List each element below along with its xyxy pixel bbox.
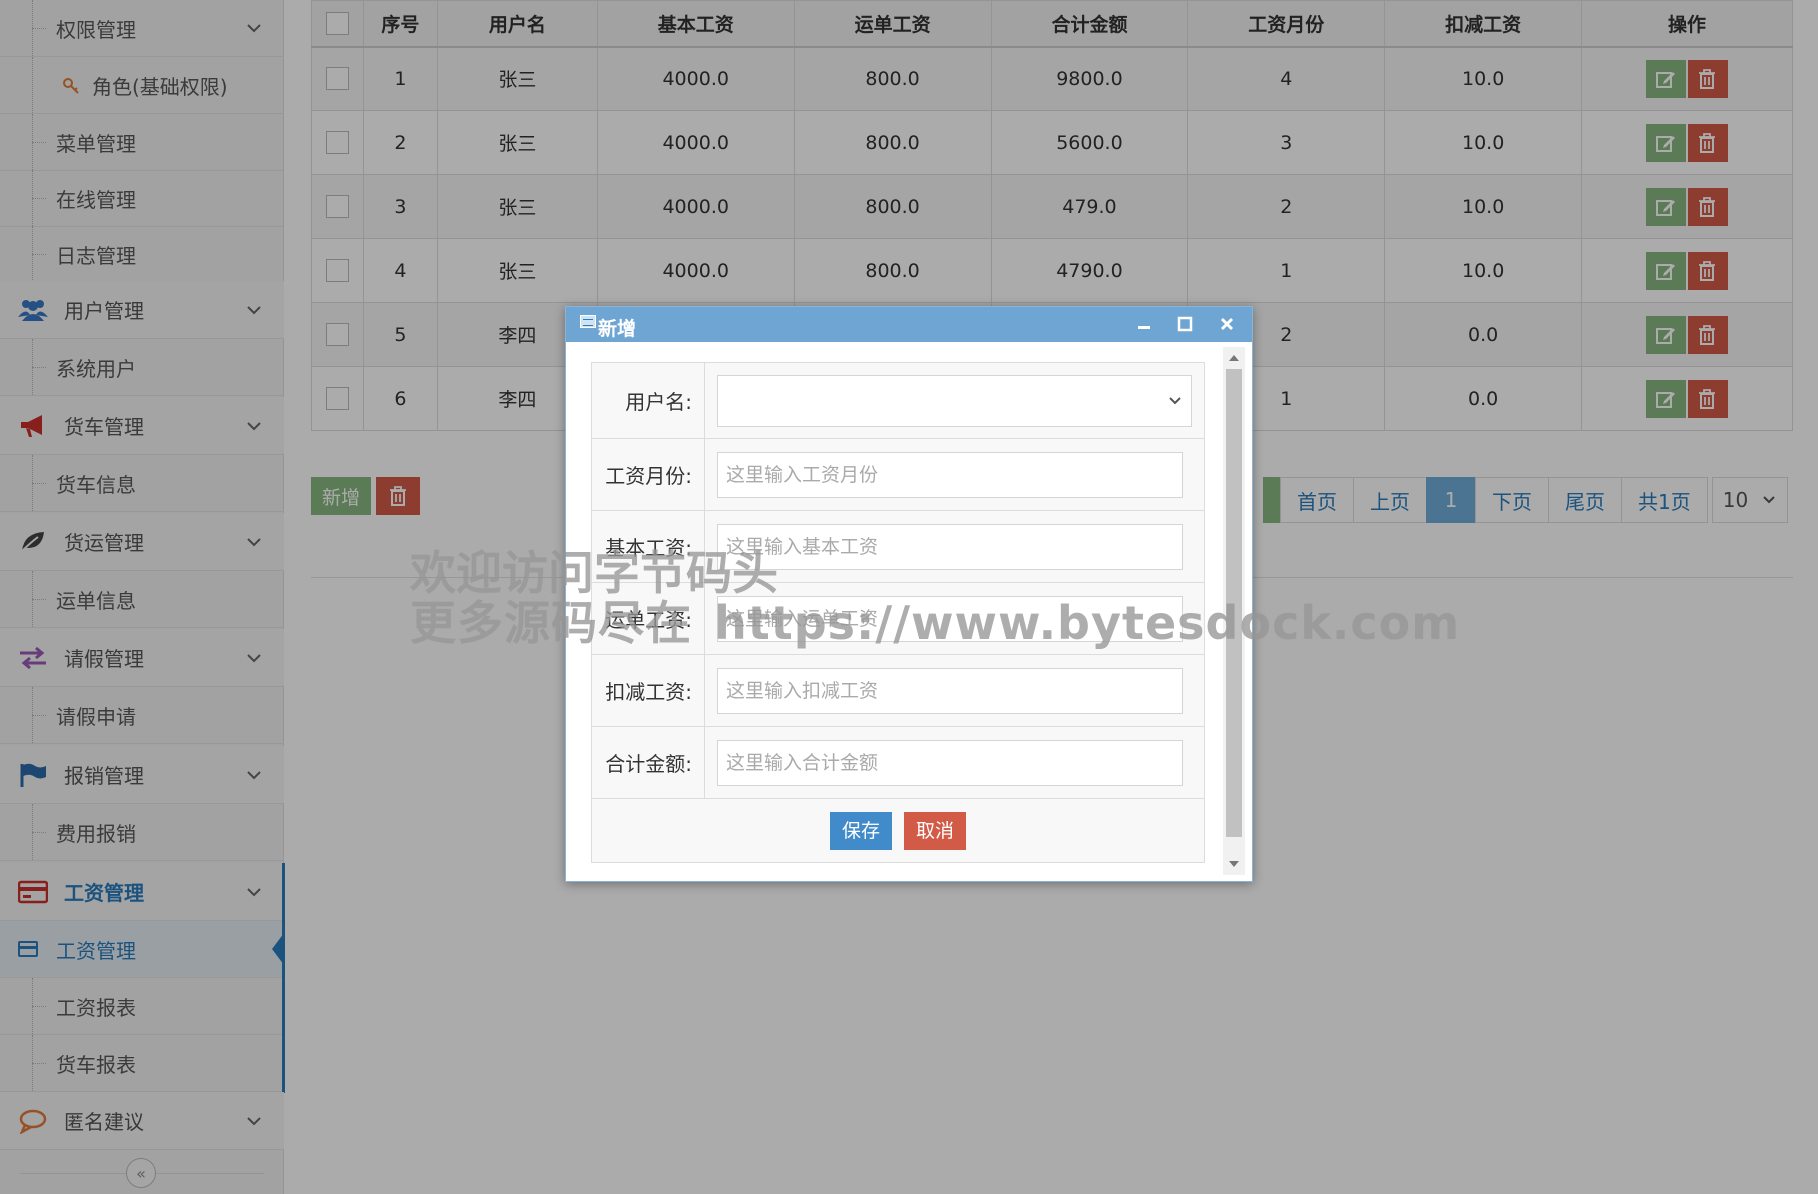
user-cell [704,362,1205,439]
minimize-icon[interactable] [1132,312,1156,336]
scrollbar-thumb[interactable] [1226,369,1242,837]
scroll-down-arrow-icon[interactable] [1229,861,1239,867]
waybill-salary-input[interactable] [717,595,1183,642]
chevron-down-icon [1169,396,1181,404]
deduct-label: 扣减工资: [591,654,705,727]
dialog-scrollbar[interactable] [1223,347,1245,875]
base-salary-input[interactable] [717,523,1183,570]
form-row-user: 用户名: [591,362,1205,439]
form-row-actions: 保存 取消 [591,798,1205,863]
form-row-waybill: 运单工资: [591,582,1205,655]
window-icon [580,315,596,328]
waybill-label: 运单工资: [591,582,705,655]
close-icon[interactable] [1215,312,1239,336]
maximize-icon[interactable] [1173,312,1197,336]
salary-form: 用户名: 工资月份: 基本工资: 运单工资: [591,362,1205,863]
form-row-total: 合计金额: [591,726,1205,799]
dialog-header[interactable]: 新增 [566,307,1252,342]
scroll-up-arrow-icon[interactable] [1229,355,1239,361]
actions-cell: 保存 取消 [591,798,1205,863]
salary-month-input[interactable] [717,451,1183,498]
total-label: 合计金额: [591,726,705,799]
add-salary-dialog: 新增 用户名: 工资月份: 基本工资: [565,306,1253,882]
user-label: 用户名: [591,362,705,439]
form-row-deduct: 扣减工资: [591,654,1205,727]
form-row-month: 工资月份: [591,438,1205,511]
form-row-base: 基本工资: [591,510,1205,583]
save-button[interactable]: 保存 [829,811,892,850]
month-cell [704,438,1205,511]
deduct-salary-input[interactable] [717,667,1183,714]
dialog-body: 用户名: 工资月份: 基本工资: 运单工资: [591,362,1205,872]
month-label: 工资月份: [591,438,705,511]
base-cell [704,510,1205,583]
total-amount-input[interactable] [717,739,1183,786]
user-select[interactable] [717,374,1192,427]
deduct-cell [704,654,1205,727]
dialog-title: 新增 [598,318,637,340]
total-cell [704,726,1205,799]
base-label: 基本工资: [591,510,705,583]
waybill-cell [704,582,1205,655]
cancel-button[interactable]: 取消 [904,811,967,850]
